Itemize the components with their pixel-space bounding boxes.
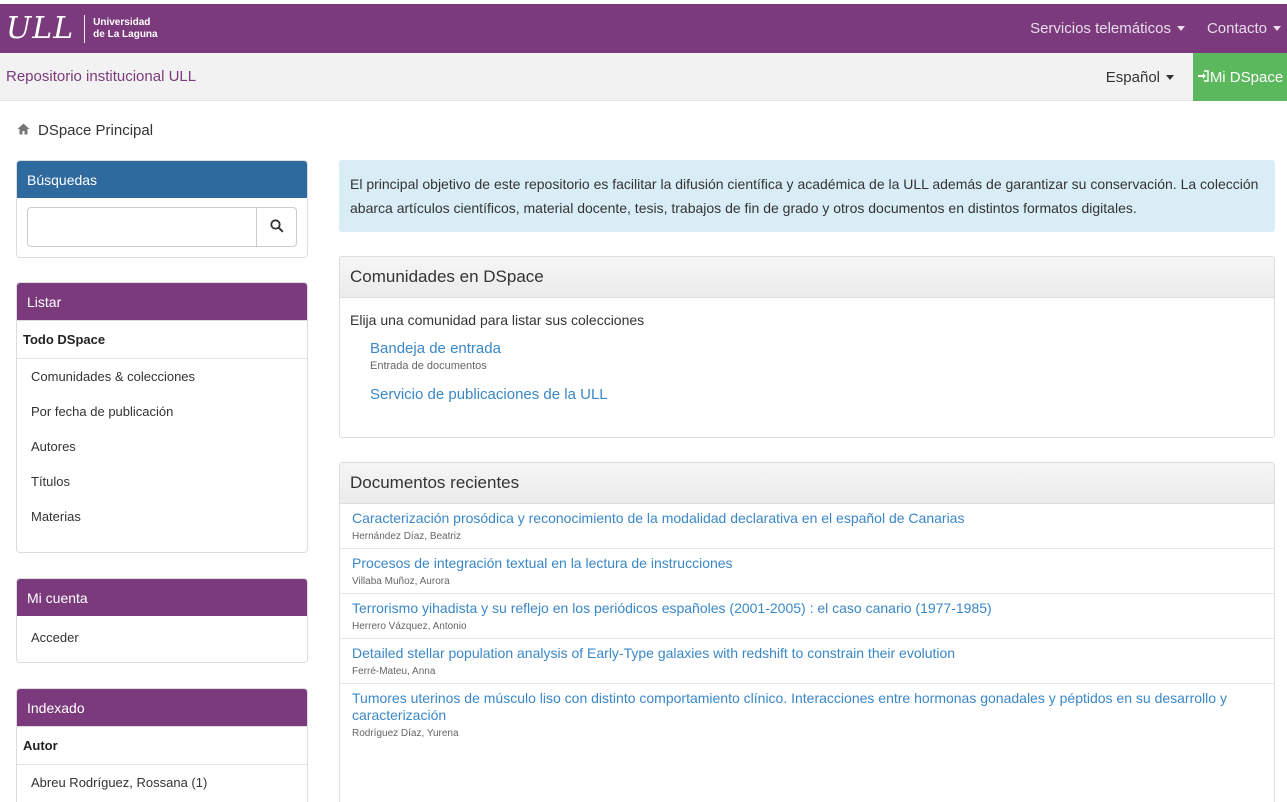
document-author: Ferré-Mateu, Anna	[352, 666, 436, 677]
services-dropdown[interactable]: Servicios telemáticos	[1030, 20, 1185, 37]
language-label: Español	[1105, 69, 1160, 86]
document-link[interactable]: Terrorismo yihadista y su reflejo en los…	[352, 600, 1262, 617]
document-author: Herrero Vázquez, Antonio	[352, 621, 467, 632]
document-item: Detailed stellar population analysis of …	[340, 639, 1274, 684]
communities-body: Elija una comunidad para listar sus cole…	[340, 298, 1274, 431]
ull-logo[interactable]: ULL Universidad de La Laguna	[6, 14, 158, 44]
sign-in-icon	[1197, 69, 1209, 85]
browse-panel-title: Listar	[17, 283, 307, 320]
document-link[interactable]: Tumores uterinos de músculo liso con dis…	[352, 690, 1262, 724]
top-nav: Servicios telemáticos Contacto	[1030, 4, 1287, 53]
document-author: Rodríguez Díaz, Yurena	[352, 728, 459, 739]
contact-dropdown[interactable]: Contacto	[1207, 20, 1281, 37]
search-panel: Búsquedas	[16, 160, 308, 258]
communities-panel-title: Comunidades en DSpace	[340, 257, 1274, 298]
sub-navbar: Repositorio institucional ULL Español Mi…	[0, 53, 1287, 101]
account-panel: Mi cuenta Acceder	[16, 578, 308, 663]
account-panel-title: Mi cuenta	[17, 579, 307, 616]
repository-title-link[interactable]: Repositorio institucional ULL	[6, 68, 196, 85]
browse-subjects-link[interactable]: Materias	[17, 499, 307, 534]
contact-label: Contacto	[1206, 20, 1267, 37]
document-link[interactable]: Caracterización prosódica y reconocimien…	[352, 510, 1262, 527]
browse-titles-link[interactable]: Títulos	[17, 464, 307, 499]
index-section-heading: Autor	[17, 726, 307, 764]
document-item: Caracterización prosódica y reconocimien…	[340, 504, 1274, 549]
search-form	[17, 198, 307, 257]
chevron-down-icon	[1176, 26, 1185, 31]
language-dropdown[interactable]: Español	[1106, 69, 1174, 86]
recent-documents-panel: Documentos recientes Caracterización pro…	[339, 462, 1275, 802]
community-description: Entrada de documentos	[370, 360, 487, 372]
browse-communities-link[interactable]: Comunidades & colecciones	[17, 358, 307, 394]
document-link[interactable]: Procesos de integración textual en la le…	[352, 555, 1262, 572]
logo-text: Universidad de La Laguna	[93, 17, 157, 41]
home-icon	[17, 123, 30, 138]
document-item: Terrorismo yihadista y su reflejo en los…	[340, 594, 1274, 639]
chevron-down-icon	[1166, 75, 1174, 80]
services-label: Servicios telemáticos	[1030, 20, 1171, 37]
search-icon	[269, 218, 284, 236]
browse-authors-link[interactable]: Autores	[17, 429, 307, 464]
search-button[interactable]	[257, 207, 297, 247]
logo-line-1: Universidad	[93, 17, 151, 28]
community-link[interactable]: Servicio de publicaciones de la ULL	[370, 386, 1264, 403]
document-author: Villaba Muñoz, Aurora	[352, 576, 450, 587]
logo-line-2: de La Laguna	[93, 29, 158, 40]
browse-panel: Listar Todo DSpace Comunidades & colecci…	[16, 282, 308, 553]
communities-panel: Comunidades en DSpace Elija una comunida…	[339, 256, 1275, 438]
my-dspace-button[interactable]: Mi DSpace	[1193, 53, 1287, 101]
browse-section-heading: Todo DSpace	[17, 320, 307, 358]
top-navbar: ULL Universidad de La Laguna Servicios t…	[0, 4, 1287, 53]
communities-lead: Elija una comunidad para listar sus cole…	[350, 312, 645, 328]
my-dspace-label: Mi DSpace	[1209, 68, 1284, 86]
login-link[interactable]: Acceder	[17, 616, 307, 655]
index-panel-title: Indexado	[17, 689, 307, 726]
search-input[interactable]	[27, 207, 257, 247]
index-panel: Indexado Autor Abreu Rodríguez, Rossana …	[16, 688, 308, 802]
document-item: Procesos de integración textual en la le…	[340, 549, 1274, 594]
community-link[interactable]: Bandeja de entrada	[370, 340, 1264, 357]
community-item: Servicio de publicaciones de la ULL	[350, 386, 1264, 403]
breadcrumb: DSpace Principal	[17, 122, 153, 139]
intro-message: El principal objetivo de este repositori…	[339, 160, 1275, 232]
chevron-down-icon	[1273, 26, 1281, 31]
document-author: Hernández Díaz, Beatriz	[352, 531, 461, 542]
document-item: Tumores uterinos de músculo liso con dis…	[340, 684, 1274, 745]
logo-divider	[84, 15, 86, 43]
community-item: Bandeja de entrada Entrada de documentos	[350, 340, 1264, 372]
index-author-link[interactable]: Abreu Rodríguez, Rossana (1)	[17, 764, 307, 800]
logo-mark: ULL	[6, 11, 75, 46]
browse-date-link[interactable]: Por fecha de publicación	[17, 394, 307, 429]
search-panel-title: Búsquedas	[17, 161, 307, 198]
breadcrumb-home-link[interactable]: DSpace Principal	[38, 122, 153, 139]
document-link[interactable]: Detailed stellar population analysis of …	[352, 645, 1262, 662]
recent-documents-title: Documentos recientes	[340, 463, 1274, 504]
